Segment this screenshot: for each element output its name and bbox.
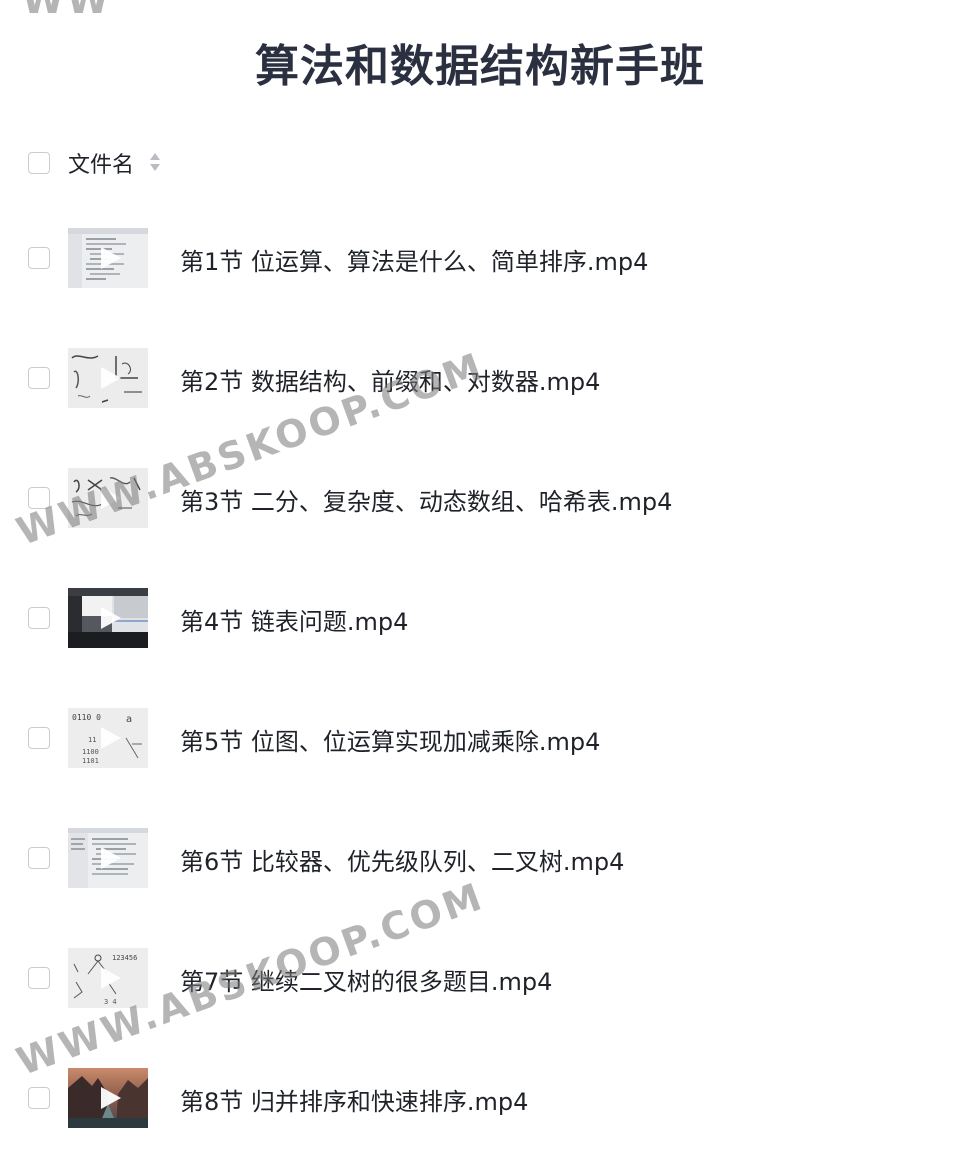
play-icon — [101, 247, 121, 269]
file-name[interactable]: 第3节 二分、复杂度、动态数组、哈希表.mp4 — [180, 482, 672, 517]
row-checkbox[interactable] — [28, 367, 50, 389]
list-item[interactable]: 第2节 数据结构、前缀和、对数器.mp4 — [28, 348, 928, 410]
row-checkbox[interactable] — [28, 1087, 50, 1109]
file-list-page: WW 算法和数据结构新手班 文件名 第1节 位运算、算法是什么、简单排序.mp4… — [0, 0, 960, 1154]
video-thumbnail[interactable]: 0110 0 a 11 1100 1101 — [68, 708, 148, 768]
svg-text:1101: 1101 — [82, 757, 99, 765]
play-icon — [101, 607, 121, 629]
list-item[interactable]: 第8节 归并排序和快速排序.mp4 — [28, 1068, 928, 1130]
play-icon — [101, 1087, 121, 1109]
watermark-fragment: WW — [22, 0, 112, 22]
file-name[interactable]: 第1节 位运算、算法是什么、简单排序.mp4 — [180, 242, 648, 277]
svg-text:0110 0: 0110 0 — [72, 713, 101, 722]
video-thumbnail[interactable] — [68, 1068, 148, 1128]
row-checkbox[interactable] — [28, 487, 50, 509]
row-checkbox[interactable] — [28, 967, 50, 989]
row-checkbox[interactable] — [28, 607, 50, 629]
page-title: 算法和数据结构新手班 — [255, 41, 705, 92]
list-item[interactable]: 0110 0 a 11 1100 1101 第5节 位图、位运算实现加减乘除.m… — [28, 708, 928, 770]
sort-updown-icon[interactable] — [148, 151, 162, 173]
file-name[interactable]: 第5节 位图、位运算实现加减乘除.mp4 — [180, 722, 600, 757]
list-header: 文件名 — [28, 144, 628, 180]
column-header-filename[interactable]: 文件名 — [68, 147, 134, 179]
svg-text:1100: 1100 — [82, 748, 99, 756]
row-checkbox[interactable] — [28, 247, 50, 269]
file-name[interactable]: 第7节 继续二叉树的很多题目.mp4 — [180, 962, 552, 997]
video-thumbnail[interactable] — [68, 348, 148, 408]
list-item[interactable]: 123456 3 4 第7节 继续二叉树的很多题目.mp4 — [28, 948, 928, 1010]
video-thumbnail[interactable]: 123456 3 4 — [68, 948, 148, 1008]
svg-text:a: a — [126, 714, 132, 725]
row-checkbox[interactable] — [28, 847, 50, 869]
file-name[interactable]: 第6节 比较器、优先级队列、二叉树.mp4 — [180, 842, 624, 877]
play-icon — [101, 967, 121, 989]
file-name[interactable]: 第2节 数据结构、前缀和、对数器.mp4 — [180, 362, 600, 397]
file-name[interactable]: 第8节 归并排序和快速排序.mp4 — [180, 1082, 528, 1117]
list-item[interactable]: 第1节 位运算、算法是什么、简单排序.mp4 — [28, 228, 928, 290]
row-checkbox[interactable] — [28, 727, 50, 749]
list-item[interactable]: 第4节 链表问题.mp4 — [28, 588, 928, 650]
video-thumbnail[interactable] — [68, 468, 148, 528]
video-thumbnail[interactable] — [68, 828, 148, 888]
video-thumbnail[interactable] — [68, 588, 148, 648]
play-icon — [101, 727, 121, 749]
svg-text:123456: 123456 — [112, 954, 137, 962]
select-all-checkbox[interactable] — [28, 152, 50, 174]
list-item[interactable]: 第3节 二分、复杂度、动态数组、哈希表.mp4 — [28, 468, 928, 530]
play-icon — [101, 367, 121, 389]
list-item[interactable]: 第6节 比较器、优先级队列、二叉树.mp4 — [28, 828, 928, 890]
play-icon — [101, 847, 121, 869]
video-thumbnail[interactable] — [68, 228, 148, 288]
file-name[interactable]: 第4节 链表问题.mp4 — [180, 602, 408, 637]
svg-text:3 4: 3 4 — [104, 998, 117, 1006]
play-icon — [101, 487, 121, 509]
svg-text:11: 11 — [88, 736, 96, 744]
